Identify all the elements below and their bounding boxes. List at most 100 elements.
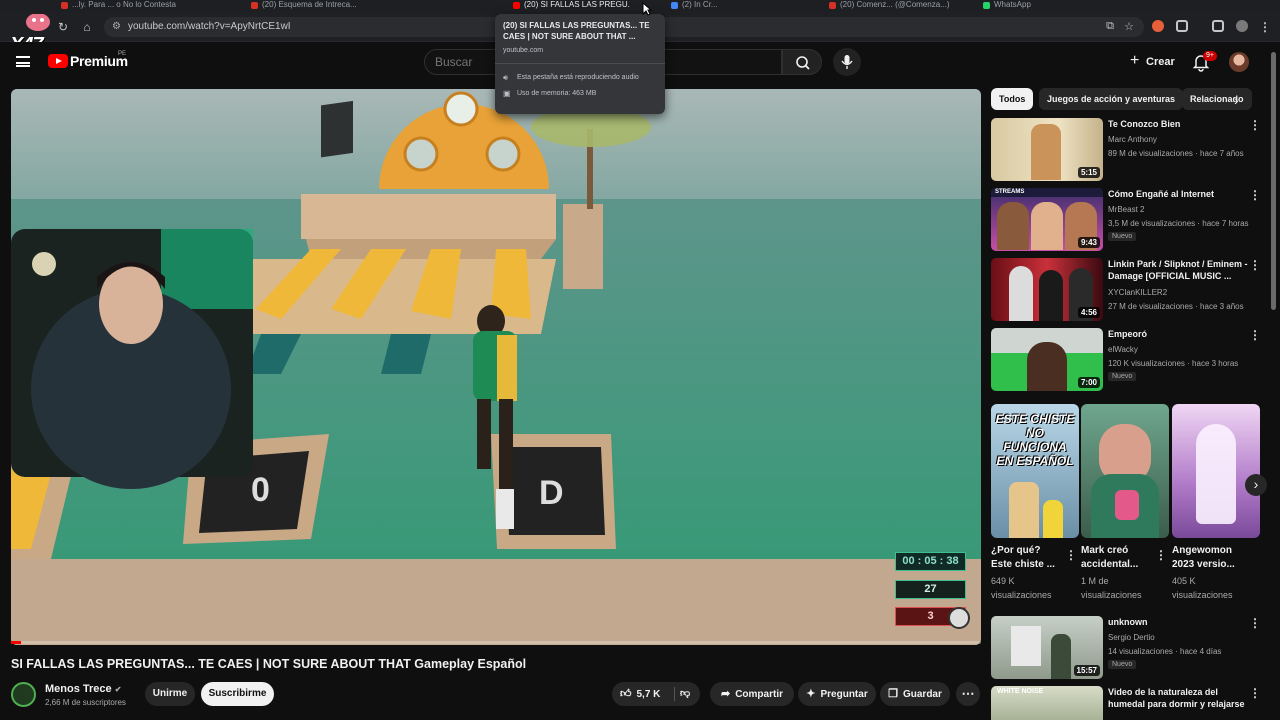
voice-search-button[interactable] — [833, 48, 861, 76]
browser-tab-strip: ...ly. Para ... o No lo Contesta (20) Es… — [0, 0, 1280, 12]
search-button[interactable] — [782, 49, 822, 75]
more-options-icon[interactable]: ⋮ — [1249, 328, 1261, 342]
reload-icon[interactable]: ↻ — [56, 20, 70, 34]
channel-watermark-icon[interactable] — [948, 607, 970, 629]
video-player[interactable]: 0 D 00 : 05 : 38 27 3 — [11, 89, 981, 645]
ask-button[interactable]: ✦ Preguntar — [798, 682, 876, 706]
short-item[interactable]: Mark creó accidental... 1 M de visualiza… — [1081, 404, 1169, 602]
browser-tab-active[interactable]: (20) SI FALLAS LAS PREGU... — [510, 0, 630, 12]
recommendation-title[interactable]: Linkin Park / Slipknot / Eminem - Damage… — [1108, 258, 1248, 282]
browser-tab[interactable]: WhatsApp — [980, 0, 1060, 12]
home-icon[interactable]: ⌂ — [80, 20, 94, 34]
short-title[interactable]: Angewomon 2023 versio... — [1172, 544, 1244, 572]
recommendation-channel[interactable]: Sergio Dertio — [1108, 633, 1155, 642]
dislike-icon[interactable]: 👎︎ — [680, 682, 690, 706]
more-options-icon[interactable]: ⋮ — [1249, 188, 1261, 202]
extensions-puzzle-icon[interactable] — [1176, 20, 1188, 32]
short-thumbnail[interactable] — [1081, 404, 1169, 538]
more-options-icon[interactable]: ⋮ — [1249, 686, 1261, 700]
recommendation-channel[interactable]: Marc Anthony — [1108, 135, 1157, 144]
recommendation-item[interactable]: STREAMS 9:43 Cómo Engañé al Internet MrB… — [991, 188, 1261, 252]
account-avatar[interactable] — [1229, 52, 1249, 72]
chevron-right-icon[interactable]: › — [1234, 92, 1239, 108]
recommendation-item[interactable]: 5:15 Te Conozco Bien Marc Anthony 89 M d… — [991, 118, 1261, 182]
duration-badge: 4:56 — [1077, 307, 1100, 318]
recommendation-channel[interactable]: elWacky — [1108, 345, 1138, 354]
recommendation-meta: 27 M de visualizaciones · hace 3 años — [1108, 302, 1244, 311]
chip-all[interactable]: Todos — [991, 88, 1034, 110]
browser-tab[interactable]: ...ly. Para ... o No lo Contesta — [58, 0, 238, 12]
media-control-icon[interactable] — [1212, 20, 1224, 32]
plus-icon: + — [1130, 52, 1140, 69]
bookmark-star-icon[interactable]: ☆ — [1124, 20, 1134, 33]
short-thumbnail[interactable] — [1172, 404, 1260, 538]
country-code: PE — [118, 51, 127, 57]
share-button[interactable]: ➦ Compartir — [710, 682, 794, 706]
page-scrollbar[interactable] — [1271, 52, 1276, 310]
mouse-cursor — [642, 1, 653, 21]
short-title[interactable]: Mark creó accidental... — [1081, 544, 1153, 572]
shorts-next-button[interactable]: › — [1245, 474, 1267, 496]
chip-action-adventure[interactable]: Juegos de acción y aventuras — [1039, 88, 1184, 110]
channel-avatar[interactable] — [11, 682, 36, 707]
create-button[interactable]: + Crear — [1124, 50, 1178, 74]
svg-text:0: 0 — [251, 471, 270, 509]
divider — [495, 63, 665, 64]
video-thumbnail[interactable]: 7:00 — [991, 328, 1103, 391]
recommendation-title[interactable]: Cómo Engañé al Internet — [1108, 188, 1248, 200]
youtube-logo-icon[interactable] — [48, 54, 68, 68]
recommendation-item[interactable]: WHITE NOISE Video de la naturaleza del h… — [991, 686, 1261, 720]
install-app-icon[interactable]: ⧉ — [1106, 20, 1114, 33]
subscribe-button[interactable]: Suscribirme — [201, 682, 274, 706]
recommendation-meta: 89 M de visualizaciones · hace 7 años — [1108, 149, 1244, 158]
short-title[interactable]: ¿Por qué? Este chiste ... — [991, 544, 1063, 572]
profile-icon[interactable] — [1236, 20, 1248, 32]
short-item[interactable]: Angewomon 2023 versio... 405 K visualiza… — [1172, 404, 1260, 602]
more-options-icon[interactable]: ⋮ — [1249, 258, 1261, 272]
like-count[interactable]: 5,7 K — [637, 689, 661, 700]
hamburger-menu-icon[interactable] — [16, 56, 30, 67]
recommendation-item[interactable]: 7:00 Empeoró elWacky 120 K visualizacion… — [991, 328, 1261, 392]
recommendation-channel[interactable]: MrBeast 2 — [1108, 205, 1144, 214]
video-thumbnail[interactable]: 5:15 — [991, 118, 1103, 181]
chip-related[interactable]: Relacionado — [1182, 88, 1252, 110]
video-thumbnail[interactable]: 4:56 — [991, 258, 1103, 321]
recommendation-meta: 3,5 M de visualizaciones · hace 7 horas — [1108, 219, 1249, 228]
video-thumbnail[interactable]: 15:57 — [991, 616, 1103, 679]
channel-name[interactable]: Menos Trece ✔ — [45, 683, 121, 695]
recommendation-item[interactable]: 15:57 unknown Sergio Dertio 14 visualiza… — [991, 616, 1261, 680]
browser-tab[interactable]: (2) In Cr... — [668, 0, 768, 12]
tab-hover-domain: youtube.com — [503, 47, 544, 54]
more-options-icon[interactable]: ⋮ — [1065, 548, 1077, 562]
like-icon[interactable]: 👍︎ — [620, 682, 632, 706]
url-text[interactable]: youtube.com/watch?v=ApyNrtCE1wI — [128, 21, 291, 32]
timer-display: 00 : 05 : 38 — [895, 552, 966, 571]
more-actions-button[interactable]: ⋯ — [956, 682, 980, 706]
site-info-icon[interactable]: ⚙ — [112, 21, 121, 32]
extension-icon[interactable] — [1152, 20, 1164, 32]
save-button[interactable]: ❐ Guardar — [880, 682, 950, 706]
microphone-icon — [841, 55, 853, 69]
video-thumbnail[interactable]: STREAMS 9:43 — [991, 188, 1103, 251]
search-icon — [796, 56, 810, 70]
browser-tab[interactable]: (20) Comenz... (@Comenza...) — [826, 0, 956, 12]
video-thumbnail[interactable]: WHITE NOISE — [991, 686, 1103, 720]
duration-badge: 9:43 — [1077, 237, 1100, 248]
short-thumbnail[interactable]: ESTE CHISTE NO FUNCIONA EN ESPAÑOL — [991, 404, 1079, 538]
browser-tab[interactable]: (20) Esquema de Intreca... — [248, 0, 368, 12]
recommendation-title[interactable]: Te Conozco Bien — [1108, 118, 1248, 130]
recommendation-title[interactable]: unknown — [1108, 616, 1248, 628]
recommendation-item[interactable]: 4:56 Linkin Park / Slipknot / Eminem - D… — [991, 258, 1261, 322]
more-options-icon[interactable]: ⋮ — [1249, 118, 1261, 132]
recommendation-title[interactable]: Empeoró — [1108, 328, 1248, 340]
video-progress-bar[interactable] — [11, 641, 981, 644]
recommendation-title[interactable]: Video de la naturaleza del humedal para … — [1108, 686, 1248, 710]
recommendation-channel[interactable]: XYClanKILLER2 — [1108, 288, 1167, 297]
short-views: 649 K visualizaciones — [991, 576, 1052, 600]
join-button[interactable]: Unirme — [145, 682, 195, 706]
more-options-icon[interactable]: ⋮ — [1249, 616, 1261, 630]
browser-menu-icon[interactable]: ⋮ — [1258, 20, 1272, 34]
short-item[interactable]: ESTE CHISTE NO FUNCIONA EN ESPAÑOL ¿Por … — [991, 404, 1079, 602]
subscriber-count: 2,66 M de suscriptores — [45, 698, 126, 707]
more-options-icon[interactable]: ⋮ — [1155, 548, 1167, 562]
